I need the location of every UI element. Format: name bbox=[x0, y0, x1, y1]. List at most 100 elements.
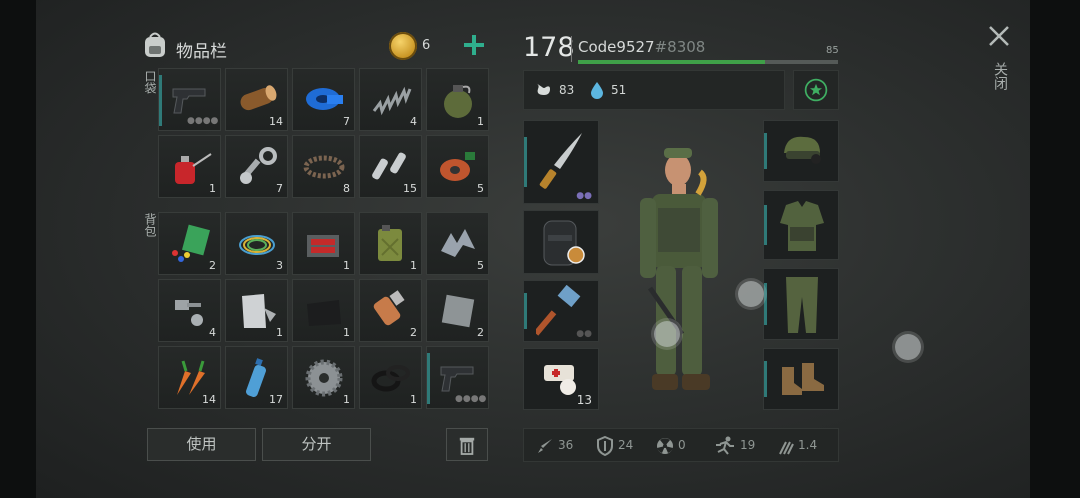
player-tag: #8308 bbox=[654, 38, 706, 56]
defense-value: 24 bbox=[618, 438, 634, 452]
spring-icon bbox=[372, 86, 412, 116]
inventory-slot[interactable]: 15 bbox=[359, 135, 422, 198]
legs-slot[interactable] bbox=[763, 268, 839, 340]
slot-quantity: 1 bbox=[209, 182, 216, 195]
inventory-slot[interactable]: 3 bbox=[225, 212, 288, 275]
player-level: 178 bbox=[523, 32, 575, 63]
bolts-icon bbox=[175, 300, 203, 326]
hunger-value: 83 bbox=[559, 83, 575, 97]
inventory-slot[interactable]: 7 bbox=[292, 68, 355, 131]
grenade-icon bbox=[444, 85, 472, 118]
vest-icon bbox=[780, 201, 824, 251]
add-coins-button[interactable] bbox=[460, 31, 488, 59]
cap-goggles-icon bbox=[784, 136, 821, 164]
belt-icon bbox=[303, 155, 345, 179]
boots-icon bbox=[782, 363, 824, 395]
toolbox-icon bbox=[307, 235, 339, 257]
stealth-value: 1.4 bbox=[798, 438, 818, 452]
inventory-slot[interactable]: 5 bbox=[426, 212, 489, 275]
tactical-backpack-icon bbox=[543, 220, 585, 266]
inventory-slot[interactable]: 1 bbox=[292, 279, 355, 342]
backpack-icon bbox=[145, 32, 165, 57]
scrap-metal-icon bbox=[441, 229, 475, 257]
inventory-slot[interactable]: 1 bbox=[292, 212, 355, 275]
weapon-slot[interactable]: ●● bbox=[523, 120, 599, 204]
inventory-slot[interactable]: 1 bbox=[359, 212, 422, 275]
slot-quantity: 4 bbox=[209, 326, 216, 339]
inventory-slot[interactable]: 1 bbox=[158, 135, 221, 198]
radiation-icon bbox=[657, 438, 673, 454]
trash-icon bbox=[459, 437, 475, 455]
inventory-slot[interactable]: 5 bbox=[426, 135, 489, 198]
star-icon bbox=[804, 78, 828, 102]
metal-plate-icon bbox=[441, 294, 475, 328]
slot-quantity: 3 bbox=[276, 259, 283, 272]
coil-icon bbox=[440, 152, 475, 181]
slot-quantity: 14 bbox=[269, 115, 283, 128]
slot-quantity: 15 bbox=[403, 182, 417, 195]
thirst-value: 51 bbox=[611, 83, 627, 97]
inventory-slot[interactable]: 14 bbox=[225, 68, 288, 131]
slot-quantity: 4 bbox=[410, 115, 417, 128]
shield-icon bbox=[597, 436, 613, 456]
water-drop-icon bbox=[591, 82, 603, 99]
combat-stats: 36 24 0 19 1.4 bbox=[523, 428, 839, 462]
slot-quantity: 1 bbox=[410, 393, 417, 406]
body-slot[interactable] bbox=[763, 190, 839, 260]
inventory-slot[interactable]: ●●●● bbox=[426, 346, 489, 409]
use-button[interactable]: 使用 bbox=[147, 428, 256, 461]
slot-quantity: 1 bbox=[276, 326, 283, 339]
inventory-slot[interactable]: 2 bbox=[158, 212, 221, 275]
slot-quantity: 7 bbox=[343, 115, 350, 128]
running-icon bbox=[716, 436, 734, 455]
backpack-slot[interactable] bbox=[523, 210, 599, 274]
coin-count: 6 bbox=[422, 38, 431, 53]
pants-icon bbox=[786, 277, 818, 333]
inventory-slot[interactable]: 7 bbox=[225, 135, 288, 198]
head-slot[interactable] bbox=[763, 120, 839, 182]
gear-icon bbox=[305, 359, 343, 397]
inventory-slot[interactable]: 14 bbox=[158, 346, 221, 409]
split-button[interactable]: 分开 bbox=[262, 428, 371, 461]
sword-icon bbox=[538, 439, 552, 453]
backpack-label: 背包 bbox=[143, 213, 157, 237]
inventory-slot[interactable]: 2 bbox=[359, 279, 422, 342]
tool-slot[interactable]: ●● bbox=[523, 280, 599, 342]
parts-kit-icon bbox=[172, 224, 210, 262]
medkit-quantity: 13 bbox=[576, 393, 592, 407]
inventory-slot[interactable]: 2 bbox=[426, 279, 489, 342]
inventory-slot[interactable]: 4 bbox=[158, 279, 221, 342]
inventory-slot[interactable]: 4 bbox=[359, 68, 422, 131]
perks-button[interactable] bbox=[793, 70, 839, 110]
inventory-slot[interactable]: 1 bbox=[292, 346, 355, 409]
slot-quantity: 1 bbox=[343, 326, 350, 339]
close-icon[interactable] bbox=[987, 24, 1011, 48]
status-bar: 83 51 bbox=[523, 70, 785, 110]
inventory-slot[interactable]: ●●●● bbox=[158, 68, 221, 131]
close-label[interactable]: 关闭 bbox=[990, 62, 1010, 90]
attack-value: 36 bbox=[558, 438, 574, 452]
inventory-slot[interactable]: 1 bbox=[426, 68, 489, 131]
xp-max: 85 bbox=[826, 45, 839, 56]
divider bbox=[571, 36, 572, 62]
coin-icon bbox=[389, 32, 417, 60]
pocket-label: 口袋 bbox=[143, 70, 157, 94]
inventory-title: 物品栏 bbox=[176, 42, 227, 62]
feet-slot[interactable] bbox=[763, 348, 839, 410]
touch-indicator bbox=[654, 321, 680, 347]
machete-icon bbox=[539, 133, 582, 189]
motor-icon bbox=[373, 290, 405, 326]
slot-quantity: 17 bbox=[269, 393, 283, 406]
inventory-slot[interactable]: 1 bbox=[225, 279, 288, 342]
player-name-text: Code9527 bbox=[578, 38, 655, 56]
inventory-slot[interactable]: 1 bbox=[359, 346, 422, 409]
delete-button[interactable] bbox=[446, 428, 488, 461]
inventory-slot[interactable]: 8 bbox=[292, 135, 355, 198]
slot-quantity: 8 bbox=[343, 182, 350, 195]
slot-quantity: 1 bbox=[410, 259, 417, 272]
xp-bar bbox=[578, 60, 838, 64]
inventory-slot[interactable]: 17 bbox=[225, 346, 288, 409]
slot-quantity: 5 bbox=[477, 259, 484, 272]
leather-icon bbox=[307, 300, 341, 326]
medkit-slot[interactable]: 13 bbox=[523, 348, 599, 410]
